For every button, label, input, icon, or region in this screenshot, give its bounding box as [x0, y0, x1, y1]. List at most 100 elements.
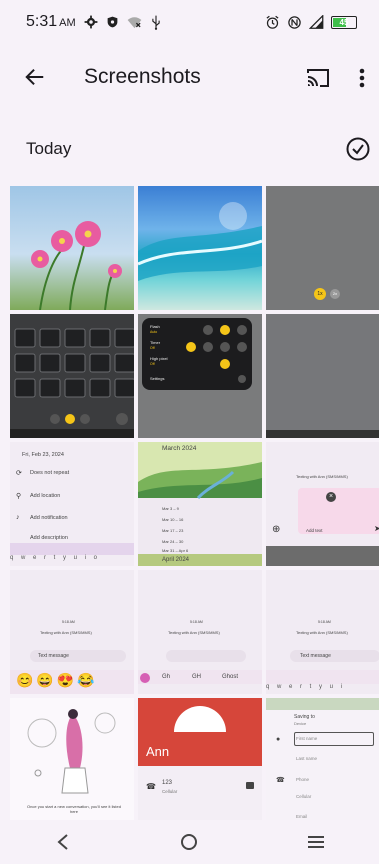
- email-placeholder: Email: [296, 814, 308, 819]
- thumbnail-camera-gray[interactable]: 1x 2x: [266, 186, 379, 310]
- month-title: March 2024: [162, 445, 197, 452]
- flowers-image: [31, 221, 122, 310]
- usb-icon: [150, 15, 162, 30]
- chevron-left-icon: [57, 834, 68, 850]
- app-bar: Screenshots: [0, 44, 379, 110]
- thumbnail-camera-gray-2[interactable]: [266, 314, 379, 438]
- timestamp: 5:18 AM: [190, 620, 203, 624]
- camera-value-high-pixel: Off: [150, 362, 155, 366]
- settings-gear-icon: [84, 15, 98, 29]
- system-nav-bar: [0, 820, 379, 864]
- phone-placeholder: Phone: [296, 777, 310, 782]
- nav-recents-button[interactable]: [286, 820, 346, 864]
- week-1: Mar 3 – 9: [162, 506, 179, 511]
- event-location: Add location: [30, 493, 61, 499]
- phone-type: Cellular: [296, 794, 312, 799]
- thumbnail-camera-settings[interactable]: Flash Auto Timer Off High pixel Off Sett…: [138, 314, 262, 438]
- thumbnail-calendar-march[interactable]: March 2024 Mar 3 – 9 Mar 10 – 16 Mar 17 …: [138, 442, 262, 566]
- status-time: 5:31 AM: [26, 13, 76, 30]
- empty-chat-illustration: [27, 709, 116, 794]
- event-description: Add description: [30, 535, 68, 541]
- thumbnail-text-suggest[interactable]: 5:18 AM Texting with Ann (SMS/MMS) Gh GH…: [138, 570, 262, 694]
- location-icon: ⚲: [16, 493, 22, 500]
- signal-icon: [309, 15, 324, 29]
- thumbnail-text-emoji[interactable]: 5:18 AM Texting with Ann (SMS/MMS) Text …: [10, 570, 134, 694]
- status-bar: 5:31 AM 45: [0, 0, 379, 44]
- texting-label: Texting with Ann (SMS/MMS): [296, 474, 348, 479]
- thumbnail-contact-ann[interactable]: Ann ☎ 123 Cellular: [138, 698, 262, 820]
- thumbnail-flowers[interactable]: [10, 186, 134, 310]
- home-circle-icon: [181, 834, 198, 850]
- menu-lines-icon: [307, 836, 324, 848]
- more-options-button[interactable]: [350, 62, 374, 94]
- last-name-placeholder: Last name: [296, 756, 318, 761]
- nav-home-button[interactable]: [159, 820, 219, 864]
- repeat-icon: ⟳: [16, 470, 22, 477]
- add-circle-icon: ⊕: [272, 524, 281, 535]
- contact-header: [266, 698, 379, 710]
- suggestion-1: Gh: [162, 674, 171, 680]
- nav-back-button[interactable]: [33, 820, 93, 864]
- select-all-button[interactable]: [345, 136, 371, 162]
- arrow-back-icon: [25, 68, 44, 86]
- zoom-1x-chip: 1x: [314, 288, 326, 300]
- thumbnail-keyboard[interactable]: [10, 314, 134, 438]
- phone-icon: ☎: [276, 777, 285, 784]
- contact-number-type: Cellular: [162, 789, 178, 794]
- emoji-icons: 😊😄😍😂: [16, 672, 98, 688]
- back-button[interactable]: [0, 44, 70, 110]
- keyboard-row: q w e r t y u i: [266, 684, 346, 690]
- notification-icon: ♪: [16, 514, 20, 521]
- thumbnail-calendar-event[interactable]: Fri, Feb 23, 2024 ⟳ Does not repeat ⚲ Ad…: [10, 442, 134, 566]
- keyboard-row: q w e r t y u i o: [10, 555, 101, 561]
- thumbnail-empty-conversations[interactable]: Once you start a new conversation, you'l…: [10, 698, 134, 820]
- phone-icon: ☎: [146, 782, 156, 791]
- timestamp: 5:18 AM: [62, 620, 75, 624]
- shield-icon: [106, 15, 119, 29]
- emoji-key-icon: [140, 673, 150, 683]
- suggestion-3: Ghost: [222, 674, 239, 680]
- cast-icon: [307, 69, 329, 87]
- more-vert-icon: [359, 68, 365, 88]
- section-label: Today: [26, 139, 72, 158]
- camera-setting-settings: Settings: [150, 376, 165, 381]
- week-4: Mar 24 – 30: [162, 539, 184, 544]
- week-3: Mar 17 – 23: [162, 528, 184, 533]
- check-circle-icon: [346, 137, 370, 161]
- message-icon: [246, 782, 254, 789]
- zoom-2x-chip: 2x: [330, 289, 340, 299]
- person-icon: ●: [276, 736, 281, 743]
- thumbnail-new-contact[interactable]: Saving to Device ● First name Last name …: [266, 698, 379, 820]
- message-placeholder: Text message: [300, 653, 331, 659]
- week-2: Mar 10 – 16: [162, 517, 184, 522]
- empty-chat-message: Once you start a new conversation, you'l…: [27, 804, 121, 814]
- first-name-placeholder: First name: [296, 736, 318, 741]
- march-illustration: [138, 442, 262, 566]
- battery-icon: 45: [331, 15, 357, 29]
- date-section-header: Today: [0, 126, 379, 172]
- alarm-icon: [265, 15, 280, 30]
- message-input: [166, 650, 246, 662]
- suggestion-2: GH: [192, 674, 201, 680]
- nfc-vibrate-icon: [287, 15, 302, 30]
- close-icon: ×: [326, 492, 336, 502]
- timestamp: 5:18 AM: [318, 620, 331, 624]
- keyboard-image: [10, 314, 134, 438]
- contact-name: Ann: [146, 744, 170, 759]
- event-notification: Add notification: [30, 515, 68, 521]
- cast-button[interactable]: [302, 62, 334, 94]
- thumbnail-add-text[interactable]: Texting with Ann (SMS/MMS) × Add text ⊕ …: [266, 442, 379, 566]
- add-text-label: Add text: [306, 528, 323, 533]
- wifi-off-icon: [127, 16, 142, 29]
- camera-setting-high-pixel: High pixel: [150, 356, 168, 361]
- keyboard-toolbar: [266, 670, 379, 684]
- thumbnail-ocean[interactable]: [138, 186, 262, 310]
- photo-grid: 1x 2x Flash Auto Timer Off High pixel Of…: [10, 186, 379, 820]
- event-repeat: Does not repeat: [30, 470, 70, 476]
- thumbnail-text-keyboard[interactable]: 5:18 AM Texting with Ann (SMS/MMS) Text …: [266, 570, 379, 694]
- saving-device: Device: [294, 721, 307, 726]
- message-placeholder: Text message: [38, 653, 69, 659]
- send-icon: ➤: [374, 524, 379, 533]
- media-strip: [266, 546, 379, 566]
- next-month: April 2024: [162, 557, 190, 563]
